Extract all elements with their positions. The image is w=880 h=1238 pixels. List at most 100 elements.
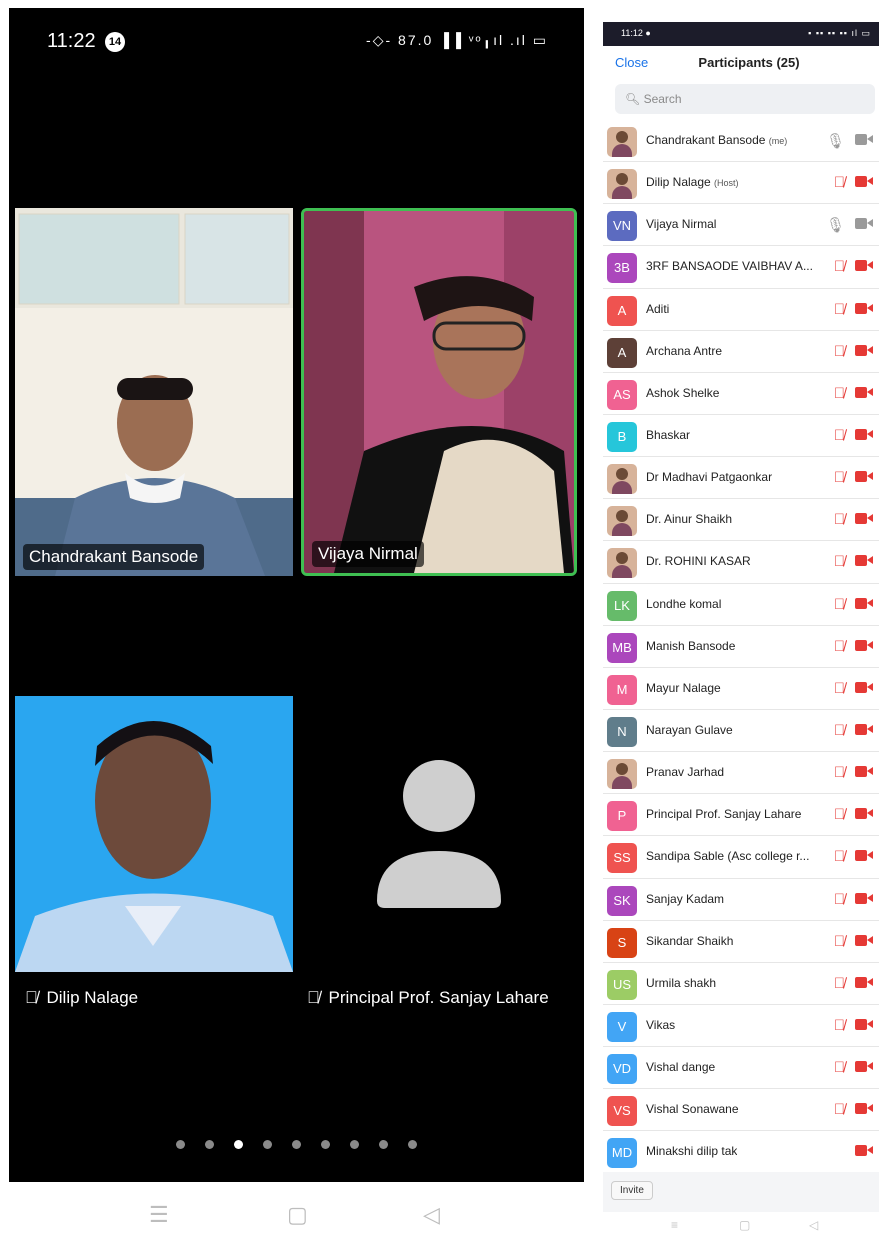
mic-off-icon[interactable]: 🎙̸ [834,1017,845,1034]
search-input[interactable]: 🔍︎ Search [615,84,875,114]
video-off-icon[interactable] [855,555,873,567]
participant-row[interactable]: 3B 3RF BANSAODE VAIBHAV A... 🎙̸ [603,246,879,289]
participant-row[interactable]: AS Ashok Shelke 🎙̸ [603,373,879,415]
participant-row[interactable]: Dr Madhavi Patgaonkar 🎙̸ [603,457,879,500]
mic-icon[interactable]: 🎙 [826,216,845,234]
participant-row[interactable]: Pranav Jarhad 🎙̸ [603,752,879,795]
video-off-icon[interactable] [855,176,873,188]
video-off-icon[interactable] [855,1018,873,1030]
video-off-icon[interactable] [855,597,873,609]
mic-off-icon[interactable]: 🎙̸ [834,848,845,865]
video-tile-chandrakant[interactable]: Chandrakant Bansode [15,208,293,576]
page-dot[interactable] [408,1140,417,1149]
status-time: 11:22 [47,30,96,52]
video-off-icon[interactable] [855,1103,873,1115]
page-dot[interactable] [176,1140,185,1149]
invite-button[interactable]: Invite [611,1181,653,1200]
mic-off-icon[interactable]: 🎙̸ [834,722,845,739]
participant-row[interactable]: MD Minakshi dilip tak [603,1131,879,1174]
video-off-icon[interactable] [855,1145,873,1157]
video-off-icon[interactable] [855,934,873,946]
mic-off-icon[interactable]: 🎙̸ [834,258,845,275]
participant-row[interactable]: A Aditi 🎙̸ [603,289,879,331]
video-off-icon[interactable] [855,892,873,904]
participant-row[interactable]: A Archana Antre 🎙̸ [603,331,879,373]
mic-off-icon[interactable]: 🎙̸ [834,174,845,191]
page-dot[interactable] [205,1140,214,1149]
video-off-icon[interactable] [855,428,873,440]
mic-off-icon[interactable]: 🎙̸ [834,933,845,950]
participant-row[interactable]: LK Londhe komal 🎙̸ [603,584,879,626]
page-indicator[interactable] [9,1136,584,1154]
avatar: 3B [607,253,637,284]
page-dot[interactable] [234,1140,243,1149]
home-icon[interactable]: ▢ [287,1202,308,1228]
video-off-icon[interactable] [855,766,873,778]
video-off-icon[interactable] [855,723,873,735]
participant-row[interactable]: Dr. ROHINI KASAR 🎙̸ [603,541,879,584]
back-icon[interactable]: ◁ [809,1218,818,1232]
video-tile-dilip[interactable] [15,696,293,972]
video-off-icon[interactable] [855,808,873,820]
page-dot[interactable] [292,1140,301,1149]
video-icon[interactable] [855,134,873,145]
video-tile-vijaya[interactable]: Vijaya Nirmal [301,208,577,576]
participant-row[interactable]: Dilip Nalage (Host) 🎙̸ [603,162,879,205]
participant-row[interactable]: SS Sandipa Sable (Asc college r... 🎙̸ [603,836,879,879]
video-off-icon[interactable] [855,513,873,525]
menu-icon[interactable]: ☰ [149,1202,169,1228]
menu-icon[interactable]: ≡ [671,1218,678,1232]
video-icon[interactable] [855,218,873,230]
page-dot[interactable] [263,1140,272,1149]
participant-row[interactable]: VN Vijaya Nirmal 🎙 [603,204,879,247]
mic-off-icon[interactable]: 🎙̸ [834,1059,845,1076]
mic-off-icon[interactable]: 🎙̸ [834,975,845,992]
mic-off-icon[interactable]: 🎙̸ [834,596,845,613]
participant-row[interactable]: Dr. Ainur Shaikh 🎙̸ [603,499,879,542]
participant-row[interactable]: S Sikandar Shaikh 🎙̸ [603,921,879,963]
video-off-icon[interactable] [855,302,873,314]
mic-off-icon[interactable]: 🎙̸ [834,680,845,697]
video-off-icon[interactable] [855,850,873,862]
video-tile-sanjay[interactable] [301,696,577,972]
participant-row[interactable]: B Bhaskar 🎙̸ [603,415,879,458]
close-button[interactable]: Close [615,55,648,70]
participant-row[interactable]: V Vikas 🎙̸ [603,1005,879,1048]
participant-row[interactable]: MB Manish Bansode 🎙̸ [603,626,879,668]
mic-off-icon[interactable]: 🎙̸ [834,469,845,486]
mic-off-icon[interactable]: 🎙̸ [834,806,845,823]
video-off-icon[interactable] [855,681,873,693]
mic-off-icon[interactable]: 🎙̸ [834,301,845,318]
video-off-icon[interactable] [855,260,873,272]
mic-off-icon[interactable]: 🎙̸ [834,553,845,570]
participant-name: Minakshi dilip tak [646,1144,737,1158]
page-dot[interactable] [350,1140,359,1149]
participant-row[interactable]: VS Vishal Sonawane 🎙̸ [603,1089,879,1132]
mic-off-icon[interactable]: 🎙̸ [834,764,845,781]
mic-icon[interactable]: 🎙 [826,132,845,150]
page-dot[interactable] [321,1140,330,1149]
home-icon[interactable]: ▢ [739,1218,750,1232]
mic-off-icon[interactable]: 🎙̸ [834,638,845,655]
video-off-icon[interactable] [855,976,873,988]
video-off-icon[interactable] [855,1061,873,1073]
participant-row[interactable]: M Mayur Nalage 🎙̸ [603,668,879,710]
participant-row[interactable]: N Narayan Gulave 🎙̸ [603,710,879,753]
participant-row[interactable]: VD Vishal dange 🎙̸ [603,1047,879,1090]
video-off-icon[interactable] [855,639,873,651]
page-dot[interactable] [379,1140,388,1149]
mic-off-icon[interactable]: 🎙̸ [834,385,845,402]
mic-off-icon[interactable]: 🎙̸ [834,1101,845,1118]
mic-off-icon[interactable]: 🎙̸ [834,891,845,908]
participant-row[interactable]: P Principal Prof. Sanjay Lahare 🎙̸ [603,794,879,837]
participant-row[interactable]: Chandrakant Bansode (me) 🎙 [603,120,879,163]
mic-off-icon[interactable]: 🎙̸ [834,511,845,528]
video-off-icon[interactable] [855,344,873,356]
video-off-icon[interactable] [855,471,873,483]
back-icon[interactable]: ◁ [423,1202,440,1228]
participant-row[interactable]: SK Sanjay Kadam 🎙̸ [603,879,879,921]
participant-row[interactable]: US Urmila shakh 🎙̸ [603,963,879,1005]
mic-off-icon[interactable]: 🎙̸ [834,427,845,444]
mic-off-icon[interactable]: 🎙̸ [834,343,845,360]
video-off-icon[interactable] [855,386,873,398]
